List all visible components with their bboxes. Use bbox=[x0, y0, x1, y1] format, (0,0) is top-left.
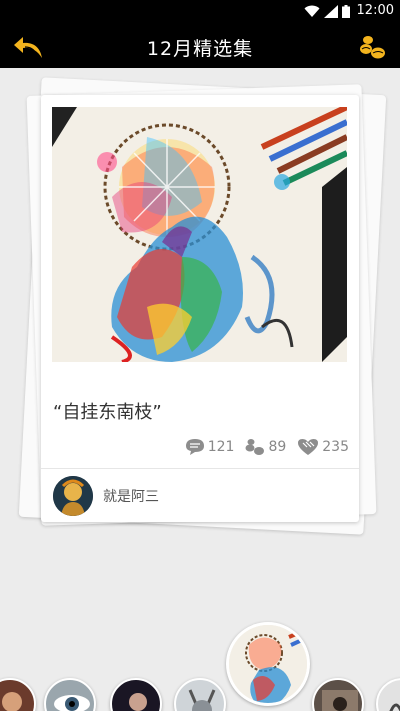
heart-icon bbox=[298, 439, 319, 455]
avatar[interactable] bbox=[53, 476, 93, 516]
page-title: 12月精选集 bbox=[146, 38, 254, 60]
like-count: 235 bbox=[322, 439, 349, 455]
artwork-image[interactable] bbox=[52, 107, 347, 362]
author-name: 就是阿三 bbox=[103, 489, 159, 505]
signal-icon bbox=[324, 5, 338, 18]
card-quote: “自挂东南枝” bbox=[53, 402, 162, 423]
status-time: 12:00 bbox=[356, 3, 394, 18]
coins-button[interactable] bbox=[358, 32, 388, 62]
thumb-image bbox=[54, 695, 90, 711]
wifi-icon bbox=[304, 5, 320, 17]
thumb-image bbox=[129, 693, 147, 711]
thumb-image bbox=[2, 692, 22, 711]
comment-icon bbox=[185, 439, 204, 455]
carousel-thumb[interactable] bbox=[312, 678, 364, 711]
like-stat[interactable]: 235 bbox=[296, 438, 349, 456]
thumb-image bbox=[389, 703, 400, 711]
carousel-thumb[interactable] bbox=[376, 678, 400, 711]
battery-icon bbox=[342, 5, 350, 18]
coins-icon bbox=[360, 36, 385, 59]
status-icons bbox=[304, 5, 350, 18]
coin-count: 89 bbox=[268, 439, 287, 455]
carousel-thumb[interactable] bbox=[44, 678, 96, 711]
comment-stat[interactable]: 121 bbox=[184, 438, 235, 456]
status-bar: 12:00 bbox=[0, 0, 400, 24]
divider bbox=[41, 468, 359, 469]
watercolor-wolf-image bbox=[52, 107, 347, 362]
artwork-card[interactable]: “自挂东南枝” 121 89 235 就是阿三 bbox=[41, 95, 359, 522]
carousel-thumb[interactable] bbox=[110, 678, 162, 711]
carousel-thumb[interactable] bbox=[174, 678, 226, 711]
carousel-thumb[interactable] bbox=[0, 678, 36, 711]
coin-stat[interactable]: 89 bbox=[244, 438, 286, 456]
thumbnail-carousel bbox=[0, 610, 400, 711]
thumb-image bbox=[188, 689, 216, 711]
avatar-image bbox=[53, 476, 93, 516]
carousel-thumb-selected[interactable] bbox=[226, 622, 310, 706]
thumb-image bbox=[322, 690, 358, 711]
comment-count: 121 bbox=[207, 439, 235, 455]
coin-small-icon bbox=[245, 439, 265, 455]
author-row[interactable]: 就是阿三 bbox=[53, 476, 159, 516]
card-stats: 121 89 235 bbox=[184, 438, 349, 456]
app-bar: 12月精选集 bbox=[0, 24, 400, 68]
thumb-image bbox=[229, 625, 307, 703]
